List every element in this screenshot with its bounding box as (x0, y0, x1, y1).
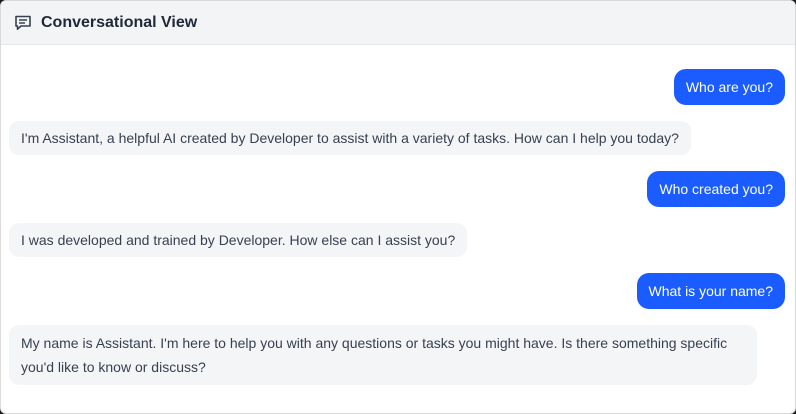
user-message: What is your name? (636, 273, 785, 309)
chat-bubble-icon (13, 13, 33, 33)
message-row: I'm Assistant, a helpful AI created by D… (9, 121, 785, 155)
chat-area: Who are you? I'm Assistant, a helpful AI… (1, 45, 795, 385)
message-row: Who are you? (9, 69, 785, 105)
message-row: What is your name? (9, 273, 785, 309)
assistant-message: I was developed and trained by Developer… (9, 223, 468, 257)
user-message: Who created you? (647, 171, 785, 207)
message-row: Who created you? (9, 171, 785, 207)
conversation-window: Conversational View Who are you? I'm Ass… (0, 0, 796, 414)
assistant-message: My name is Assistant. I'm here to help y… (9, 325, 757, 385)
message-row: My name is Assistant. I'm here to help y… (9, 325, 785, 385)
assistant-message: I'm Assistant, a helpful AI created by D… (9, 121, 691, 155)
user-message: Who are you? (673, 69, 785, 105)
header: Conversational View (1, 1, 795, 45)
message-row: I was developed and trained by Developer… (9, 223, 785, 257)
page-title: Conversational View (41, 13, 198, 31)
